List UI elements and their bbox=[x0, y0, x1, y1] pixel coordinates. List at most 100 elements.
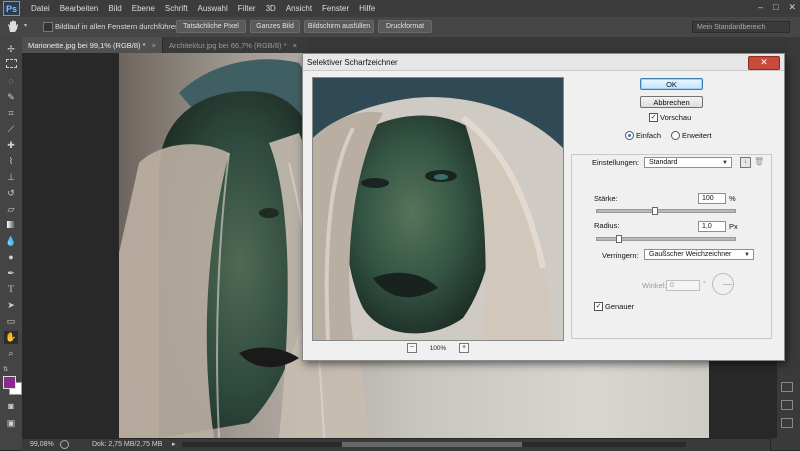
menu-ebene[interactable]: Ebene bbox=[127, 4, 160, 13]
tab-marionette[interactable]: Marionette.jpg bei 99,1% (RGB/8) * × bbox=[22, 37, 162, 53]
pen-tool-icon[interactable]: ✒ bbox=[4, 267, 18, 280]
actual-pixels-button[interactable]: Tatsächliche Pixel bbox=[176, 20, 246, 33]
menu-3d[interactable]: 3D bbox=[261, 4, 281, 13]
remove-select[interactable]: Gaußscher Weichzeichner ▼ bbox=[644, 249, 754, 260]
brush-tool-icon[interactable]: ⌇ bbox=[4, 155, 18, 168]
foreground-color-swatch[interactable] bbox=[3, 376, 16, 389]
tab-architektur[interactable]: Architektur.jpg bei 66,7% (RGB/8) * × bbox=[162, 37, 308, 53]
radius-slider-thumb[interactable] bbox=[616, 235, 623, 243]
menu-filter[interactable]: Filter bbox=[233, 4, 261, 13]
zoom-out-button[interactable]: − bbox=[407, 343, 417, 353]
amount-slider-track[interactable] bbox=[596, 209, 736, 213]
print-size-button[interactable]: Druckformat bbox=[378, 20, 432, 33]
swap-colors-icon[interactable]: ⇅ bbox=[3, 366, 8, 373]
screen-mode-icon[interactable]: ▣ bbox=[4, 417, 18, 430]
move-tool-icon[interactable]: ✢ bbox=[4, 43, 18, 56]
panel-properties-icon[interactable] bbox=[781, 418, 793, 428]
preview-checkbox[interactable]: ✓ bbox=[649, 113, 658, 122]
amount-slider-thumb[interactable] bbox=[651, 207, 658, 215]
healing-brush-tool-icon[interactable]: ✚ bbox=[4, 139, 18, 152]
scrollbar-thumb[interactable] bbox=[342, 442, 522, 447]
delete-preset-icon[interactable]: 🗑 bbox=[754, 157, 764, 166]
tool-preset-dropdown-icon[interactable]: ▾ bbox=[24, 22, 27, 29]
blur-tool-icon[interactable]: 💧 bbox=[4, 235, 18, 248]
workspace-select[interactable]: Mein Standardbereich bbox=[692, 21, 790, 33]
angle-dial-needle bbox=[723, 284, 732, 285]
workspace-label: Mein Standardbereich bbox=[697, 23, 766, 31]
settings-value: Standard bbox=[649, 159, 678, 166]
quick-selection-tool-icon[interactable]: ✎ bbox=[4, 91, 18, 104]
shape-tool-icon[interactable]: ▭ bbox=[4, 315, 18, 328]
mode-advanced-label: Erweitert bbox=[682, 131, 712, 140]
menu-hilfe[interactable]: Hilfe bbox=[354, 4, 380, 13]
cancel-button[interactable]: Abbrechen bbox=[640, 96, 703, 108]
marquee-tool-icon[interactable] bbox=[4, 59, 18, 72]
preview-zoom-controls: − 100% + bbox=[407, 343, 469, 353]
hand-tool-panel-icon[interactable]: ✋ bbox=[4, 331, 18, 344]
minimize-icon[interactable]: – bbox=[758, 2, 763, 13]
filter-preview[interactable] bbox=[312, 77, 564, 341]
horizontal-scrollbar[interactable] bbox=[182, 442, 686, 447]
scroll-all-label: Bildlauf in allen Fenstern durchführen bbox=[55, 22, 180, 31]
zoom-level[interactable]: 99,08% bbox=[30, 441, 54, 448]
save-preset-icon[interactable]: ↓ bbox=[740, 157, 751, 168]
angle-input: 0 bbox=[666, 280, 700, 291]
options-bar: ▾ Bildlauf in allen Fenstern durchführen… bbox=[0, 17, 800, 38]
preview-zoom-level: 100% bbox=[429, 344, 447, 352]
path-selection-tool-icon[interactable]: ➤ bbox=[4, 299, 18, 312]
zoom-tool-icon[interactable]: ⌕ bbox=[4, 347, 18, 360]
settings-select[interactable]: Standard ▼ bbox=[644, 157, 732, 168]
dialog-close-button[interactable]: ✕ bbox=[748, 56, 780, 70]
menu-schrift[interactable]: Schrift bbox=[160, 4, 193, 13]
amount-unit: % bbox=[729, 194, 736, 203]
chevron-down-icon: ▼ bbox=[744, 252, 750, 258]
fill-screen-button[interactable]: Bildschirm ausfüllen bbox=[304, 20, 374, 33]
photoshop-logo: Ps bbox=[3, 1, 20, 16]
close-tab-icon[interactable]: × bbox=[152, 41, 156, 50]
close-tab-icon[interactable]: × bbox=[293, 41, 297, 50]
amount-label: Stärke: bbox=[594, 194, 618, 203]
eyedropper-tool-icon[interactable]: ⟋ bbox=[4, 123, 18, 136]
hand-tool-icon[interactable] bbox=[6, 20, 20, 33]
scroll-all-checkbox[interactable] bbox=[43, 22, 53, 32]
maximize-icon[interactable]: □ bbox=[773, 2, 778, 13]
radius-label: Radius: bbox=[594, 221, 620, 230]
radius-input[interactable]: 1,0 bbox=[698, 221, 726, 232]
type-tool-icon[interactable]: T bbox=[4, 283, 18, 296]
more-accurate-checkbox[interactable]: ✓ bbox=[594, 302, 603, 311]
panel-history-icon[interactable] bbox=[781, 382, 793, 392]
dodge-tool-icon[interactable]: ● bbox=[4, 251, 18, 264]
menu-bearbeiten[interactable]: Bearbeiten bbox=[55, 4, 104, 13]
mode-basic-radio[interactable] bbox=[625, 131, 634, 140]
menu-auswahl[interactable]: Auswahl bbox=[193, 4, 233, 13]
close-window-icon[interactable]: ✕ bbox=[788, 2, 796, 13]
eraser-tool-icon[interactable]: ▱ bbox=[4, 203, 18, 216]
menu-fenster[interactable]: Fenster bbox=[317, 4, 354, 13]
panel-layers-icon[interactable] bbox=[781, 400, 793, 410]
radius-unit: Px bbox=[729, 222, 738, 231]
history-brush-tool-icon[interactable]: ↺ bbox=[4, 187, 18, 200]
menu-ansicht[interactable]: Ansicht bbox=[281, 4, 317, 13]
menu-bild[interactable]: Bild bbox=[103, 4, 126, 13]
ok-button[interactable]: OK bbox=[640, 78, 703, 90]
window-controls: – □ ✕ bbox=[758, 2, 796, 13]
status-menu-icon[interactable]: ▸ bbox=[172, 440, 176, 448]
fit-screen-button[interactable]: Ganzes Bild bbox=[250, 20, 300, 33]
lasso-tool-icon[interactable]: ◌ bbox=[4, 75, 18, 88]
mode-basic-label: Einfach bbox=[636, 131, 662, 140]
mode-advanced-radio[interactable] bbox=[671, 131, 680, 140]
menu-datei[interactable]: Datei bbox=[26, 4, 55, 13]
document-tabs: Marionette.jpg bei 99,1% (RGB/8) * × Arc… bbox=[22, 37, 790, 53]
tab-label: Marionette.jpg bei 99,1% (RGB/8) * bbox=[28, 40, 146, 50]
clone-stamp-tool-icon[interactable]: ⊥ bbox=[4, 171, 18, 184]
quick-mask-icon[interactable]: ◙ bbox=[4, 400, 18, 413]
status-info-icon[interactable] bbox=[60, 440, 69, 449]
settings-group: Einstellungen: Standard ▼ ↓ 🗑 Stärke: 10… bbox=[571, 154, 772, 339]
status-bar: 99,08% Dok: 2,75 MB/2,75 MB ▸ bbox=[22, 438, 770, 451]
remove-value: Gaußscher Weichzeichner bbox=[649, 251, 732, 258]
zoom-in-button[interactable]: + bbox=[459, 343, 469, 353]
amount-input[interactable]: 100 bbox=[698, 193, 726, 204]
crop-tool-icon[interactable]: ⌗ bbox=[4, 107, 18, 120]
gradient-tool-icon[interactable] bbox=[4, 219, 18, 232]
dialog-title-bar[interactable]: Selektiver Scharfzeichner ✕ bbox=[303, 54, 784, 71]
